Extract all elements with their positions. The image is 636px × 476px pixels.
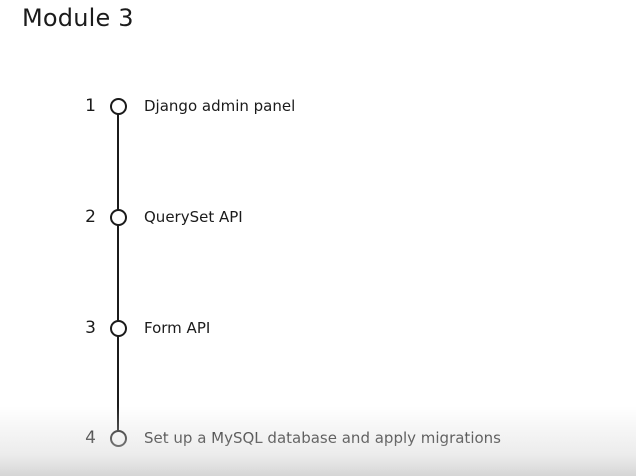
timeline-node-icon [110, 98, 127, 115]
timeline-step-4: 4 Set up a MySQL database and apply migr… [0, 428, 636, 448]
timeline-line [117, 106, 119, 440]
timeline-node-icon [110, 320, 127, 337]
step-label: Set up a MySQL database and apply migrat… [144, 429, 501, 447]
step-label: Django admin panel [144, 97, 296, 115]
timeline-step-1: 1 Django admin panel [0, 96, 636, 116]
timeline-step-3: 3 Form API [0, 318, 636, 338]
step-number: 3 [85, 318, 96, 338]
step-number: 2 [85, 207, 96, 227]
step-number: 1 [85, 96, 96, 116]
timeline-node-icon [110, 209, 127, 226]
step-number: 4 [85, 428, 96, 448]
step-label: Form API [144, 319, 211, 337]
step-label: QuerySet API [144, 208, 243, 226]
timeline-node-icon [110, 430, 127, 447]
module-timeline: 1 Django admin panel 2 QuerySet API 3 Fo… [0, 0, 636, 476]
timeline-step-2: 2 QuerySet API [0, 207, 636, 227]
